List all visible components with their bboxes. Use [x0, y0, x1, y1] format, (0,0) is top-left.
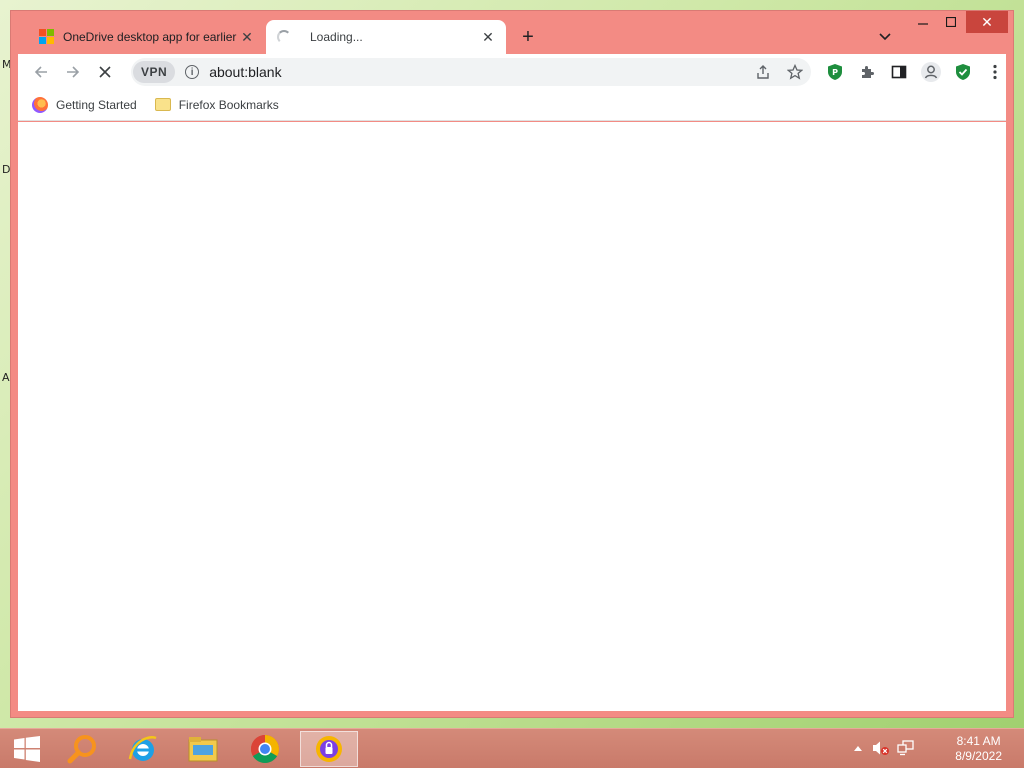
new-tab-button[interactable]: + [516, 25, 540, 49]
site-info-icon[interactable]: i [185, 65, 200, 79]
clock-time: 8:41 AM [956, 734, 1001, 748]
maximize-button[interactable] [937, 11, 965, 33]
forward-arrow-icon[interactable] [60, 59, 86, 85]
tab-title: Loading... [310, 30, 363, 44]
stop-loading-icon[interactable] [92, 59, 118, 85]
taskbar: 8:41 AM 8/9/2022 [0, 728, 1024, 768]
back-arrow-icon[interactable] [28, 59, 54, 85]
system-clock[interactable]: 8:41 AM 8/9/2022 [955, 734, 1002, 764]
minimize-button[interactable] [909, 11, 937, 33]
more-menu-icon[interactable] [982, 59, 1008, 85]
browser-window: OneDrive desktop app for earlier ✕ Loadi… [10, 10, 1014, 718]
bookmarks-bar: Getting Started Firefox Bookmarks [18, 89, 1006, 121]
tab-strip: OneDrive desktop app for earlier ✕ Loadi… [11, 11, 1013, 54]
page-content-area[interactable] [18, 122, 1006, 711]
bookmark-label: Firefox Bookmarks [178, 97, 279, 112]
file-explorer-icon[interactable] [176, 731, 230, 767]
close-tab-icon[interactable]: ✕ [239, 29, 255, 45]
bookmark-getting-started[interactable]: Getting Started [32, 96, 137, 113]
security-shield-icon[interactable] [950, 59, 976, 85]
profile-avatar-icon[interactable] [918, 59, 944, 85]
folder-icon [154, 98, 171, 111]
chrome-icon[interactable] [238, 731, 292, 767]
bookmark-star-icon[interactable] [782, 59, 808, 85]
volume-muted-icon[interactable] [872, 739, 890, 757]
show-hidden-icons-chevron-icon[interactable] [849, 739, 867, 757]
loading-spinner-icon [276, 29, 292, 45]
windows-logo-icon [14, 736, 40, 762]
microsoft-logo-icon [39, 29, 55, 45]
svg-text:P: P [832, 68, 838, 77]
close-tab-icon[interactable]: ✕ [480, 29, 496, 45]
side-panel-icon[interactable] [886, 59, 912, 85]
browser-toolbar: VPN i about:blank P [18, 54, 1006, 89]
bookmark-label: Getting Started [56, 97, 137, 112]
clock-date: 8/9/2022 [955, 749, 1002, 763]
tab-search-chevron-icon[interactable] [875, 27, 895, 47]
search-magnifier-icon[interactable] [56, 731, 110, 767]
extensions-puzzle-icon[interactable] [854, 59, 880, 85]
privacy-extension-icon[interactable]: P [822, 59, 848, 85]
url-text[interactable]: about:blank [209, 64, 281, 80]
share-icon[interactable] [750, 59, 776, 85]
address-bar[interactable]: VPN i about:blank [131, 58, 811, 86]
tab-onedrive[interactable]: OneDrive desktop app for earlier ✕ [29, 20, 265, 54]
desktop-icon-label-fragment: A [2, 371, 10, 384]
vpn-badge[interactable]: VPN [133, 61, 176, 83]
internet-explorer-icon[interactable] [116, 731, 170, 767]
close-window-button[interactable]: ✕ [966, 11, 1008, 33]
start-button[interactable] [0, 731, 54, 767]
network-icon[interactable] [897, 739, 915, 757]
tab-title: OneDrive desktop app for earlier [63, 30, 237, 44]
firefox-icon [32, 96, 48, 113]
vpn-app-icon[interactable] [300, 731, 358, 767]
bookmark-folder-firefox[interactable]: Firefox Bookmarks [154, 97, 279, 112]
tab-loading[interactable]: Loading... ✕ [266, 20, 506, 54]
